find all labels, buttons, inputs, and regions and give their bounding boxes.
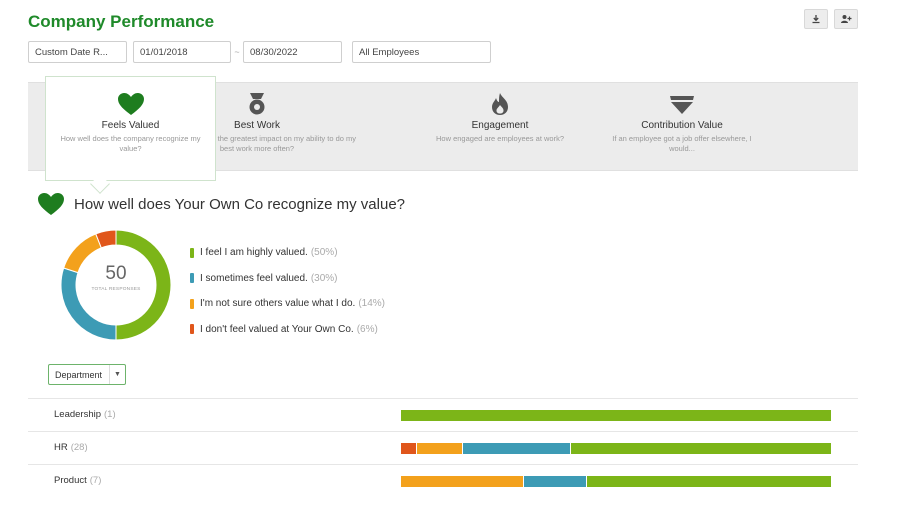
- legend-label: I'm not sure others value what I do.: [200, 298, 356, 310]
- tab-contribution-value[interactable]: Contribution Value If an employee got a …: [596, 83, 768, 172]
- legend-item: I don't feel valued at Your Own Co. (6%): [190, 317, 385, 343]
- metric-tabs: Best Work What would have the greatest i…: [28, 76, 858, 181]
- bar-segment: [586, 476, 831, 487]
- legend-percent: (50%): [310, 247, 338, 259]
- department-name: Product (7): [54, 475, 102, 486]
- legend-percent: (14%): [358, 298, 386, 310]
- bar-segment: [401, 443, 416, 454]
- download-icon: [812, 15, 820, 24]
- end-date-input[interactable]: 08/30/2022: [243, 41, 342, 63]
- diamond-icon: [670, 96, 694, 114]
- heart-icon: [38, 193, 64, 215]
- chart-legend: I feel I am highly valued. (50%) I somet…: [190, 240, 385, 342]
- tab-description: How well does the company recognize my v…: [60, 134, 201, 153]
- page-title: Company Performance: [28, 12, 215, 31]
- legend-swatch: [190, 247, 194, 258]
- donut-slice: [115, 229, 172, 341]
- legend-percent: (6%): [356, 323, 378, 335]
- bar-segment: [462, 443, 570, 454]
- question-header: How well does Your Own Co recognize my v…: [37, 192, 405, 216]
- bar-segment: [570, 443, 831, 454]
- start-date-input[interactable]: 01/01/2018: [133, 41, 231, 63]
- responses-donut-chart: [60, 229, 172, 341]
- legend-swatch: [190, 298, 194, 309]
- tab-label: Contribution Value: [641, 120, 723, 131]
- download-button[interactable]: [804, 9, 828, 29]
- total-responses-value: 50: [105, 263, 127, 284]
- medal-icon: [249, 93, 265, 115]
- legend-swatch: [190, 324, 194, 335]
- tab-label: Engagement: [471, 120, 529, 131]
- legend-label: I feel I am highly valued.: [200, 247, 308, 259]
- top-actions: [804, 9, 858, 29]
- legend-item: I feel I am highly valued. (50%): [190, 240, 385, 266]
- table-row: Leadership (1): [28, 398, 858, 431]
- bar-segment: [524, 476, 586, 487]
- department-dropdown[interactable]: Department ▼: [48, 364, 126, 385]
- flame-icon: [492, 93, 508, 115]
- department-name: HR (28): [54, 442, 88, 453]
- date-range-select[interactable]: Custom Date R...: [28, 41, 127, 63]
- bar-segment: [401, 476, 524, 487]
- heart-icon: [117, 93, 144, 115]
- department-name: Leadership (1): [54, 409, 116, 420]
- stacked-bar: [401, 443, 831, 454]
- caret-down-icon: ▼: [109, 365, 125, 384]
- legend-swatch: [190, 273, 194, 284]
- tab-description: How engaged are employees at work?: [436, 134, 564, 143]
- bar-segment: [416, 443, 462, 454]
- department-count: (7): [89, 475, 102, 486]
- stacked-bar: [401, 476, 831, 487]
- stacked-bar: [401, 410, 831, 421]
- department-count: (28): [70, 442, 88, 453]
- total-responses-label: TOTAL RESPONSES: [91, 287, 141, 292]
- legend-item: I'm not sure others value what I do. (14…: [190, 291, 385, 317]
- filters-row: Custom Date R... 01/01/2018 ~ 08/30/2022…: [28, 41, 491, 63]
- table-row: Product (7): [28, 464, 858, 497]
- legend-label: I don't feel valued at Your Own Co.: [200, 323, 354, 335]
- question-title: How well does Your Own Co recognize my v…: [74, 195, 406, 213]
- add-user-icon: [841, 15, 852, 23]
- department-count: (1): [104, 409, 116, 420]
- legend-item: I sometimes feel valued. (30%): [190, 266, 385, 292]
- department-dropdown-label: Department: [55, 369, 103, 380]
- tab-feels-valued[interactable]: Feels Valued How well does the company r…: [45, 76, 216, 181]
- tab-engagement[interactable]: Engagement How engaged are employees at …: [418, 83, 582, 172]
- legend-percent: (30%): [310, 272, 338, 284]
- department-breakdown: Leadership (1) HR (28) Product (7): [28, 398, 858, 497]
- bar-segment: [401, 410, 831, 421]
- date-separator: ~: [234, 47, 240, 57]
- add-user-button[interactable]: [834, 9, 858, 29]
- employees-select[interactable]: All Employees: [352, 41, 491, 63]
- table-row: HR (28): [28, 431, 858, 464]
- tab-description: If an employee got a job offer elsewhere…: [612, 134, 752, 153]
- tab-label: Feels Valued: [101, 120, 160, 131]
- legend-label: I sometimes feel valued.: [200, 272, 308, 284]
